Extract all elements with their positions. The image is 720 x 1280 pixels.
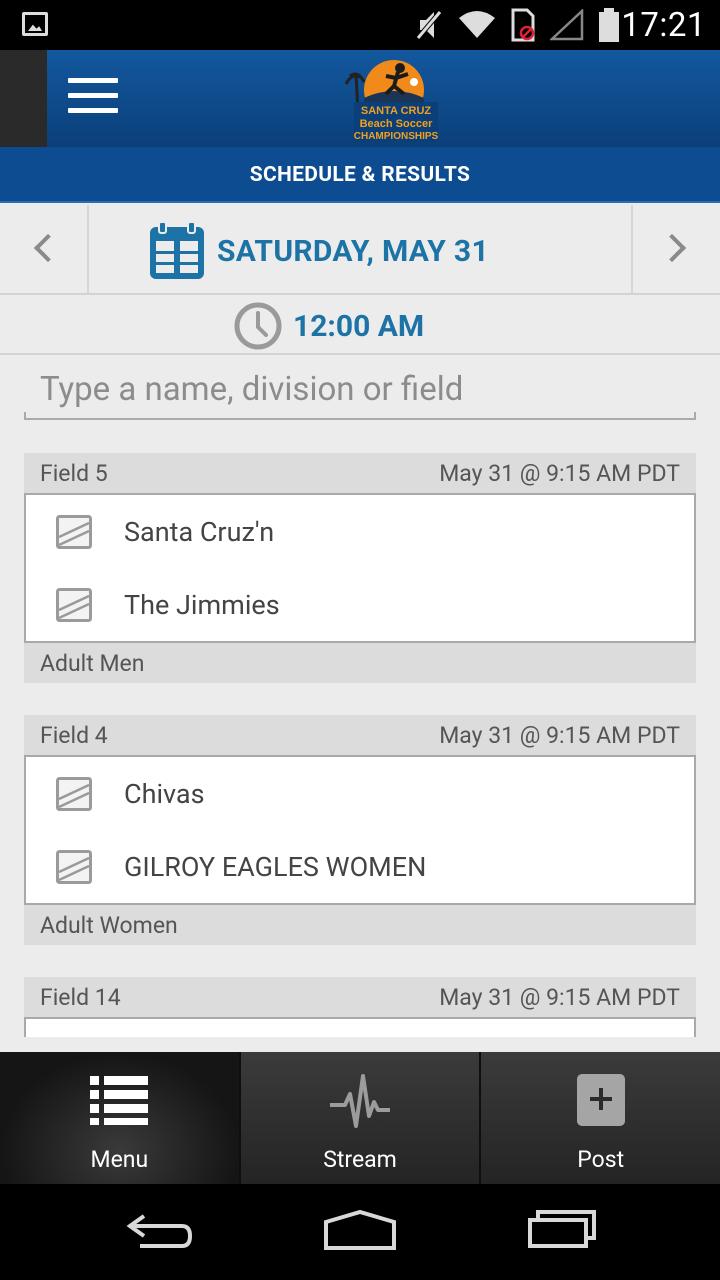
game-teams: Santa Cruz'n The Jimmies [24,493,696,643]
tab-post[interactable]: Post [479,1052,720,1184]
back-icon[interactable] [124,1206,196,1256]
division-label: Adult Women [24,905,696,945]
game-teams [24,1017,696,1037]
recents-icon[interactable] [526,1206,598,1256]
battery-icon [599,8,619,42]
team-row[interactable]: Santa Cruz'n [26,495,694,568]
section-title: SCHEDULE & RESULTS [0,147,720,203]
calendar-icon [150,221,204,279]
game-datetime: May 31 @ 9:15 AM PDT [439,721,680,749]
tab-post-label: Post [577,1146,625,1173]
field-label: Field 14 [40,983,121,1011]
team-name: Chivas [124,777,205,810]
app-screen: 17:21 SANTA CRUZ Beach Soccer CHAMPIONSH… [0,0,720,1280]
team-crest-icon [56,587,92,622]
team-row[interactable] [26,1019,694,1037]
mute-icon [416,10,442,40]
tab-stream-label: Stream [323,1146,397,1173]
image-notification-icon [22,12,48,36]
field-label: Field 4 [40,721,108,749]
svg-text:CHAMPIONSHIPS: CHAMPIONSHIPS [354,131,439,142]
date-selector[interactable]: SATURDAY, MAY 31 [147,219,489,283]
chevron-right-icon [657,233,687,263]
team-crest-icon [56,849,92,884]
home-icon[interactable] [322,1206,398,1256]
selected-time: 12:00 AM [293,308,425,344]
search-input[interactable] [24,362,696,416]
time-filter[interactable]: 12:00 AM [0,297,720,355]
status-icons [414,8,620,42]
status-time: 17:21 [621,6,706,45]
field-label: Field 5 [40,459,108,487]
tab-menu[interactable]: Menu [0,1052,239,1184]
system-nav-bar [0,1184,720,1280]
team-row[interactable]: GILROY EAGLES WOMEN [26,830,694,903]
previous-day-button[interactable] [0,205,89,295]
tab-stream[interactable]: Stream [238,1052,480,1184]
game-header: Field 4 May 31 @ 9:15 AM PDT [24,715,696,755]
team-row[interactable]: The Jimmies [26,568,694,641]
clock-icon [234,302,282,350]
wifi-icon [459,11,495,38]
status-bar: 17:21 [0,0,720,50]
time-selector[interactable]: 12:00 AM [233,299,424,353]
signal-icon [550,9,584,41]
search-underline [24,412,696,420]
svg-text:SANTA CRUZ: SANTA CRUZ [361,105,432,117]
game-card[interactable]: Field 4 May 31 @ 9:15 AM PDT Chivas GILR… [24,715,696,945]
team-name: Santa Cruz'n [124,515,275,548]
team-row[interactable]: Chivas [26,757,694,830]
svg-text:Beach Soccer: Beach Soccer [360,118,433,130]
app-bar: SANTA CRUZ Beach Soccer CHAMPIONSHIPS [0,50,720,147]
team-name: GILROY EAGLES WOMEN [124,850,427,883]
hamburger-icon[interactable] [68,78,118,116]
bottom-tab-bar: Menu Stream Post [0,1052,720,1184]
game-card[interactable]: Field 5 May 31 @ 9:15 AM PDT Santa Cruz'… [24,453,696,683]
chevron-left-icon [33,233,63,263]
team-crest-icon [56,514,92,549]
team-name: The Jimmies [124,588,280,621]
game-datetime: May 31 @ 9:15 AM PDT [439,983,680,1011]
plus-icon [576,1074,625,1126]
list-icon [90,1076,149,1125]
no-sim-icon [511,8,535,42]
drawer-edge [0,50,47,147]
selected-date: SATURDAY, MAY 31 [217,233,489,269]
game-teams: Chivas GILROY EAGLES WOMEN [24,755,696,905]
game-header: Field 5 May 31 @ 9:15 AM PDT [24,453,696,493]
game-datetime: May 31 @ 9:15 AM PDT [439,459,680,487]
game-header: Field 14 May 31 @ 9:15 AM PDT [24,977,696,1017]
date-navigator: SATURDAY, MAY 31 [0,205,720,295]
next-day-button[interactable] [631,205,720,295]
game-list: Field 5 May 31 @ 9:15 AM PDT Santa Cruz'… [24,453,696,1037]
search-box [24,362,696,420]
team-crest-icon [56,776,92,811]
championships-logo: SANTA CRUZ Beach Soccer CHAMPIONSHIPS [344,60,439,142]
division-label: Adult Men [24,643,696,683]
pulse-icon [330,1074,390,1128]
game-card[interactable]: Field 14 May 31 @ 9:15 AM PDT [24,977,696,1037]
tab-menu-label: Menu [90,1146,149,1173]
